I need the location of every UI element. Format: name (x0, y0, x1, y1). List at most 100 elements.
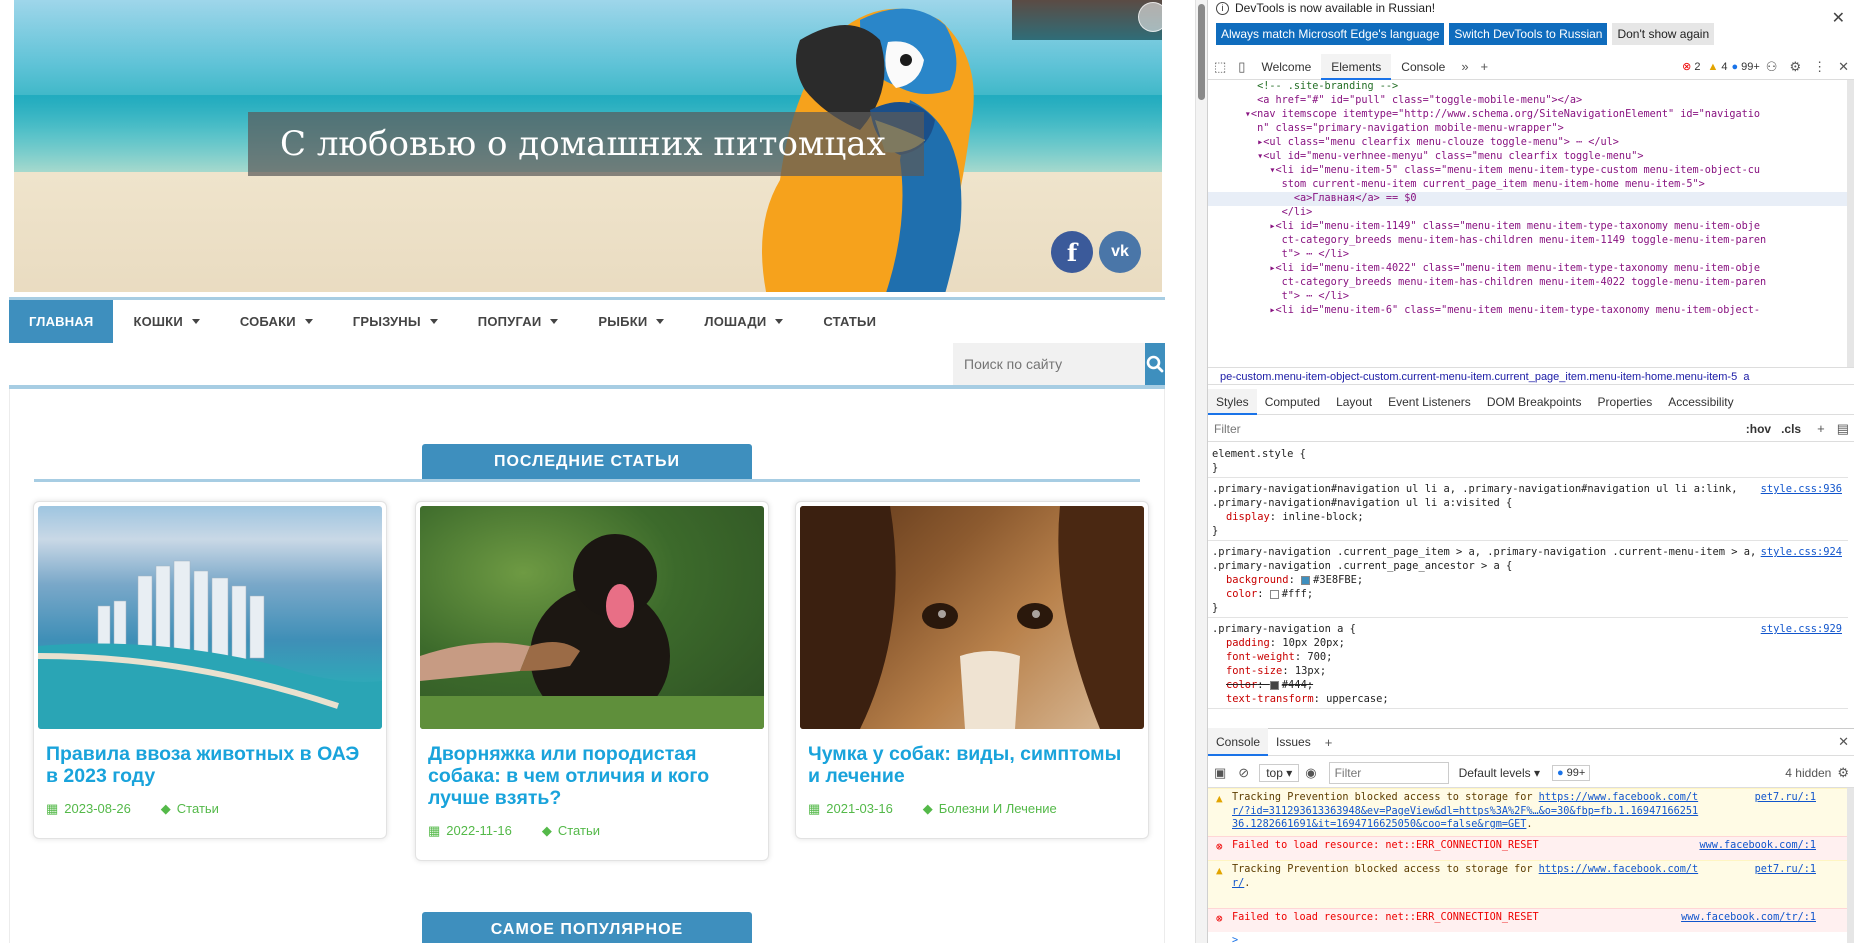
dom-node-line[interactable]: <a>Главная</a> == $0 (1208, 192, 1848, 206)
dom-node-line[interactable]: t"> ⋯ </li> (1208, 248, 1848, 262)
nav-item-label[interactable]: Рыбки (598, 314, 647, 329)
nav-item-3[interactable]: Грызуны (333, 300, 458, 343)
css-rule[interactable]: element.style {} (1208, 443, 1848, 478)
styles-tab-4[interactable]: DOM Breakpoints (1479, 389, 1590, 415)
scrollbar-thumb[interactable] (1198, 4, 1205, 100)
console-settings-icon[interactable]: ⚙ (1837, 765, 1849, 781)
article-title-link[interactable]: Дворняжка или породистая собака: в чем о… (428, 743, 756, 809)
css-property[interactable]: display: inline-block; (1212, 510, 1844, 524)
error-count-badge[interactable]: ⊗ 2 ▲ 4 (1682, 60, 1727, 74)
facebook-icon[interactable]: f (1051, 231, 1093, 273)
tab-console[interactable]: Console (1391, 54, 1455, 80)
tab-welcome[interactable]: Welcome (1251, 54, 1321, 80)
nav-item-5[interactable]: Рыбки (578, 300, 684, 343)
drawer-tab-console[interactable]: Console (1208, 728, 1269, 756)
context-select[interactable]: top ▾ (1259, 763, 1300, 782)
message-count-badge[interactable]: ● 99+ (1731, 61, 1759, 73)
dom-node-line[interactable]: ▸<li id="menu-item-6" class="menu-item m… (1208, 304, 1848, 318)
dom-node-line[interactable]: ▸<li id="menu-item-1149" class="menu-ite… (1208, 220, 1848, 234)
settings-gear-icon[interactable]: ⚙ (1789, 59, 1801, 75)
nav-item-6[interactable]: Лошади (684, 300, 803, 343)
nav-item-7[interactable]: Статьи (803, 300, 896, 343)
css-property[interactable]: padding: 10px 20px; (1212, 636, 1844, 650)
dom-node-line[interactable]: ▸<li id="menu-item-4022" class="menu-ite… (1208, 262, 1848, 276)
styles-pane[interactable]: element.style {} style.css:936 .primary-na… (1208, 443, 1848, 723)
inspect-element-icon[interactable]: ⬚ (1214, 59, 1226, 75)
article-category[interactable]: ◆ Болезни И Лечение (923, 801, 1057, 817)
nav-item-label[interactable]: Собаки (240, 314, 296, 329)
color-swatch[interactable] (1269, 589, 1279, 599)
page-scrollbar[interactable] (1195, 0, 1207, 943)
article-title-link[interactable]: Чумка у собак: виды, симптомы и лечение (808, 743, 1136, 787)
article-title-link[interactable]: Правила ввоза животных в ОАЭ в 2023 году (46, 743, 374, 787)
rule-source-link[interactable]: style.css:929 (1761, 622, 1842, 636)
message-source-link[interactable]: pet7.ru/:1 (1755, 791, 1816, 805)
search-input[interactable] (953, 343, 1145, 385)
dom-node-line[interactable]: n" class="primary-navigation mobile-menu… (1208, 122, 1848, 136)
console-scrollbar[interactable] (1847, 788, 1854, 943)
more-options-icon[interactable]: ⋮ (1813, 59, 1826, 75)
console-message-badge[interactable]: ● 99+ (1552, 764, 1591, 781)
new-rule-icon[interactable]: + (1817, 421, 1825, 436)
message-source-link[interactable]: www.facebook.com/:1 (1699, 839, 1816, 853)
dont-show-again-button[interactable]: Don't show again (1612, 23, 1715, 45)
class-toggle[interactable]: .cls (1781, 422, 1801, 436)
dom-node-line[interactable]: ct-category_breeds menu-item-has-childre… (1208, 276, 1848, 290)
dom-node-line[interactable]: ▸<ul class="menu clearfix menu-clouze to… (1208, 136, 1848, 150)
switch-russian-button[interactable]: Switch DevTools to Russian (1449, 23, 1608, 45)
live-expression-icon[interactable]: ◉ (1305, 765, 1316, 781)
elements-scrollbar[interactable] (1847, 80, 1854, 367)
console-prompt[interactable]: > (1208, 932, 1848, 943)
device-toolbar-icon[interactable]: ▯ (1238, 59, 1245, 75)
nav-item-label[interactable]: Главная (29, 314, 93, 329)
more-tabs-icon[interactable]: » (1461, 59, 1468, 74)
search-button[interactable] (1145, 343, 1165, 385)
dom-node-line[interactable]: ct-category_breeds menu-item-has-childre… (1208, 234, 1848, 248)
article-image-dubai[interactable] (38, 506, 382, 729)
article-card[interactable]: Дворняжка или породистая собака: в чем о… (415, 501, 769, 861)
article-category[interactable]: ◆ Статьи (542, 823, 600, 839)
styles-tab-5[interactable]: Properties (1590, 389, 1661, 415)
nav-item-2[interactable]: Собаки (220, 300, 333, 343)
dom-node-line[interactable]: ▾<li id="menu-item-5" class="menu-item m… (1208, 164, 1848, 178)
css-property[interactable]: color: #fff; (1212, 587, 1844, 601)
add-drawer-tab-icon[interactable]: + (1325, 735, 1333, 750)
styles-tab-1[interactable]: Computed (1257, 389, 1328, 415)
css-property[interactable]: color: #444; (1212, 678, 1844, 692)
dom-node-line[interactable]: </li> (1208, 206, 1848, 220)
rule-source-link[interactable]: style.css:936 (1761, 482, 1842, 496)
close-devtools-icon[interactable]: ✕ (1838, 59, 1849, 75)
hover-state-toggle[interactable]: :hov (1746, 422, 1771, 436)
nav-item-0[interactable]: Главная (9, 300, 114, 343)
vk-icon[interactable]: vk (1099, 231, 1141, 273)
color-swatch[interactable] (1269, 680, 1279, 690)
nav-item-4[interactable]: Попугаи (458, 300, 579, 343)
dom-node-line[interactable]: <a href="#" id="pull" class="toggle-mobi… (1208, 94, 1848, 108)
add-tab-icon[interactable]: + (1481, 59, 1489, 74)
css-property[interactable]: text-transform: uppercase; (1212, 692, 1844, 706)
article-image-beagle[interactable] (800, 506, 1144, 729)
log-levels-select[interactable]: Default levels ▾ (1459, 766, 1540, 780)
dom-breadcrumb[interactable]: pe-custom.menu-item-object-custom.curren… (1208, 367, 1854, 385)
rule-source-link[interactable]: style.css:924 (1761, 545, 1842, 559)
tab-elements[interactable]: Elements (1321, 53, 1392, 80)
article-category[interactable]: ◆ Статьи (161, 801, 219, 817)
css-property[interactable]: font-size: 13px; (1212, 664, 1844, 678)
css-rule[interactable]: style.css:929 .primary-navigation a {padd… (1208, 618, 1848, 709)
styles-tab-2[interactable]: Layout (1328, 389, 1380, 415)
message-source-link[interactable]: pet7.ru/:1 (1755, 863, 1816, 877)
nav-item-label[interactable]: Лошади (704, 314, 766, 329)
sidebar-toggle-icon[interactable]: ▣ (1214, 765, 1226, 781)
article-card[interactable]: Правила ввоза животных в ОАЭ в 2023 году… (33, 501, 387, 839)
dom-node-line[interactable]: <!-- .site-branding --> (1208, 80, 1848, 94)
css-property[interactable]: font-weight: 700; (1212, 650, 1844, 664)
styles-filter-input[interactable]: Filter (1208, 422, 1746, 436)
css-property[interactable]: background: #3E8FBE; (1212, 573, 1844, 587)
drawer-tab-issues[interactable]: Issues (1268, 728, 1319, 756)
dom-node-line[interactable]: ▾<ul id="menu-verhnee-menyu" class="menu… (1208, 150, 1848, 164)
computed-sidebar-icon[interactable]: ▤ (1837, 421, 1849, 437)
nav-item-1[interactable]: Кошки (113, 300, 219, 343)
styles-tab-6[interactable]: Accessibility (1660, 389, 1741, 415)
article-card[interactable]: Чумка у собак: виды, симптомы и лечение … (795, 501, 1149, 839)
nav-item-label[interactable]: Попугаи (478, 314, 542, 329)
